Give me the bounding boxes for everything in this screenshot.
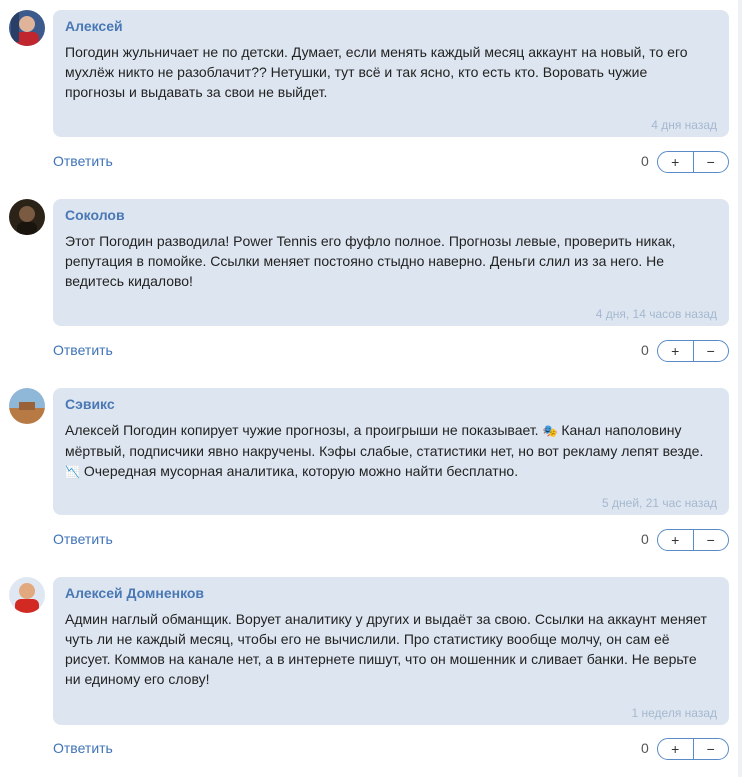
comment-bubble: Соколов Этот Погодин разводила! Power Te… bbox=[53, 199, 729, 326]
comment-footer: Ответить 0 + − bbox=[53, 738, 731, 762]
text-part: Алексей Погодин копирует чужие прогнозы,… bbox=[65, 422, 539, 438]
upvote-button[interactable]: + bbox=[658, 739, 693, 759]
downvote-button[interactable]: − bbox=[692, 739, 729, 759]
downvote-button[interactable]: − bbox=[692, 530, 729, 550]
masks-emoji-icon: 🎭 bbox=[542, 424, 558, 438]
avatar[interactable] bbox=[9, 577, 45, 613]
vote-score: 0 bbox=[641, 153, 649, 169]
reply-link[interactable]: Ответить bbox=[53, 342, 113, 358]
comment-footer: Ответить 0 + − bbox=[53, 529, 731, 553]
reply-link[interactable]: Ответить bbox=[53, 740, 113, 756]
vote-buttons: + − bbox=[657, 151, 729, 173]
comment-text: Погодин жульничает не по детски. Думает,… bbox=[65, 44, 688, 100]
comment-author[interactable]: Алексей bbox=[65, 18, 717, 34]
vote-score: 0 bbox=[641, 531, 649, 547]
comment-footer: Ответить 0 + − bbox=[53, 340, 731, 364]
comment-author[interactable]: Алексей Домненков bbox=[65, 585, 717, 601]
comment-author[interactable]: Сэвикс bbox=[65, 396, 717, 412]
reply-link[interactable]: Ответить bbox=[53, 153, 113, 169]
avatar[interactable] bbox=[9, 199, 45, 235]
avatar[interactable] bbox=[9, 388, 45, 424]
vote-buttons: + − bbox=[657, 738, 729, 760]
vote-score: 0 bbox=[641, 740, 649, 756]
comment-author[interactable]: Соколов bbox=[65, 207, 717, 223]
upvote-button[interactable]: + bbox=[658, 341, 693, 361]
comment-text: Этот Погодин разводила! Power Tennis его… bbox=[65, 233, 676, 289]
upvote-button[interactable]: + bbox=[658, 152, 693, 172]
comment-bubble: Сэвикс Алексей Погодин копирует чужие пр… bbox=[53, 388, 729, 515]
comment-time[interactable]: 5 дней, 21 час назад bbox=[602, 496, 717, 510]
comment-bubble: Алексей Домненков Админ наглый обманщик.… bbox=[53, 577, 729, 725]
chart-down-emoji-icon: 📉 bbox=[65, 465, 80, 479]
comment-time[interactable]: 4 дня назад bbox=[651, 118, 717, 132]
text-part: Очередная мусорная аналитика, которую мо… bbox=[83, 463, 519, 479]
upvote-button[interactable]: + bbox=[658, 530, 693, 550]
downvote-button[interactable]: − bbox=[692, 152, 729, 172]
comment-text: Алексей Погодин копирует чужие прогнозы,… bbox=[65, 420, 717, 482]
comment-text: Админ наглый обманщик. Ворует аналитику … bbox=[65, 611, 707, 687]
comment-time[interactable]: 4 дня, 14 часов назад bbox=[596, 307, 717, 321]
downvote-button[interactable]: − bbox=[692, 341, 729, 361]
vote-buttons: + − bbox=[657, 529, 729, 551]
comment-bubble: Алексей Погодин жульничает не по детски.… bbox=[53, 10, 729, 137]
vote-score: 0 bbox=[641, 342, 649, 358]
scrollbar-track[interactable] bbox=[738, 0, 742, 777]
reply-link[interactable]: Ответить bbox=[53, 531, 113, 547]
comment-time[interactable]: 1 неделя назад bbox=[632, 706, 718, 720]
avatar[interactable] bbox=[9, 10, 45, 46]
comment-footer: Ответить 0 + − bbox=[53, 151, 731, 175]
vote-buttons: + − bbox=[657, 340, 729, 362]
